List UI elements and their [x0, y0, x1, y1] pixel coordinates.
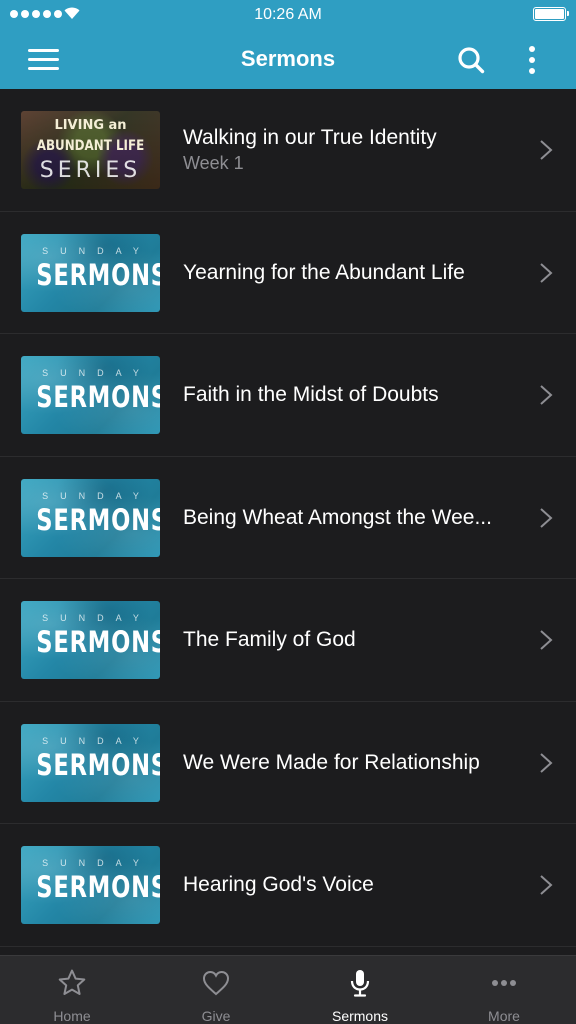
thumbnail-text: SERMONS	[36, 870, 160, 904]
sermon-list-item[interactable]: SUNDAY SERMONS Being Wheat Amongst the W…	[0, 457, 576, 579]
sunday-sermons-thumbnail: SUNDAY SERMONS	[21, 233, 160, 312]
sunday-sermons-thumbnail: SUNDAY SERMONS	[21, 601, 160, 679]
sermon-list: LIVING an ABUNDANT LIFE SERIES Walking i…	[0, 89, 576, 955]
sermon-list-item[interactable]: SUNDAY SERMONS The Family of God	[0, 579, 576, 702]
microphone-icon	[350, 970, 370, 997]
sermon-list-item[interactable]: SUNDAY SERMONS Faith in the Midst of Dou…	[0, 334, 576, 457]
sermon-title: Hearing God's Voice	[183, 873, 374, 896]
sermon-list-item[interactable]: SUNDAY SERMONS We Were Made for Relation…	[0, 702, 576, 824]
chevron-right-icon	[540, 140, 553, 160]
sermon-title: Yearning for the Abundant Life	[183, 260, 465, 284]
thumbnail-text: SUNDAY	[42, 613, 151, 623]
tab-sermons[interactable]: Sermons	[288, 956, 432, 1024]
tab-more[interactable]: More	[432, 956, 576, 1024]
sermon-title: Faith in the Midst of Doubts	[183, 383, 439, 406]
tab-label: Sermons	[331, 1008, 389, 1024]
thumbnail-text: LIVING an	[54, 118, 127, 133]
tab-label: More	[488, 1008, 520, 1024]
navigation-bar: Sermons	[0, 30, 576, 89]
thumbnail-text: ABUNDANT LIFE	[36, 138, 145, 154]
overflow-menu-button[interactable]	[520, 44, 544, 76]
sermon-subtitle: Week 1	[183, 153, 244, 173]
sunday-sermons-thumbnail: SUNDAY SERMONS	[21, 478, 160, 557]
thumbnail-text: SUNDAY	[42, 490, 151, 501]
star-icon	[58, 969, 86, 995]
thumbnail-text: SERMONS	[36, 502, 160, 537]
tab-bar: Home Give Sermons More	[0, 955, 576, 1024]
thumbnail-text: SUNDAY	[42, 368, 151, 378]
ellipsis-icon	[492, 980, 516, 986]
chevron-right-icon	[540, 752, 553, 773]
tab-label: Give	[201, 1008, 231, 1024]
sermon-list-item[interactable]: SUNDAY SERMONS	[0, 947, 576, 956]
chevron-right-icon	[540, 875, 553, 895]
page-title: Sermons	[240, 46, 336, 71]
thumbnail-text: SUNDAY	[42, 245, 151, 256]
thumbnail-text: SUNDAY	[42, 735, 151, 746]
series-thumbnail: LIVING an ABUNDANT LIFE SERIES	[21, 111, 160, 189]
status-bar: 10:26 AM	[0, 0, 576, 30]
sermon-list-item[interactable]: LIVING an ABUNDANT LIFE SERIES Walking i…	[0, 89, 576, 212]
thumbnail-text: SERMONS	[36, 380, 160, 414]
heart-icon	[202, 970, 230, 996]
sunday-sermons-thumbnail: SUNDAY SERMONS	[21, 723, 160, 802]
chevron-right-icon	[540, 630, 553, 650]
sermon-title: Being Wheat Amongst the Wee...	[183, 505, 492, 529]
sermon-title: Walking in our True Identity	[183, 126, 437, 149]
battery-icon	[533, 7, 569, 21]
status-time: 10:26 AM	[254, 6, 322, 23]
sermon-title: We Were Made for Relationship	[183, 750, 480, 774]
sermon-list-item[interactable]: SUNDAY SERMONS Hearing God's Voice	[0, 824, 576, 947]
sunday-sermons-thumbnail: SUNDAY SERMONS	[21, 846, 160, 924]
hamburger-menu-button[interactable]	[28, 46, 60, 72]
thumbnail-text: SERMONS	[36, 257, 160, 292]
sermon-title: The Family of God	[183, 628, 356, 651]
thumbnail-text: SERMONS	[36, 625, 160, 659]
chevron-right-icon	[540, 262, 553, 283]
tab-home[interactable]: Home	[0, 956, 144, 1024]
thumbnail-text: SERMONS	[36, 747, 160, 782]
tab-label: Home	[53, 1008, 91, 1024]
thumbnail-text: SUNDAY	[42, 858, 151, 868]
chevron-right-icon	[540, 385, 553, 405]
search-icon[interactable]	[456, 45, 486, 75]
tab-give[interactable]: Give	[144, 956, 288, 1024]
sunday-sermons-thumbnail: SUNDAY SERMONS	[21, 356, 160, 434]
thumbnail-text: SERIES	[39, 158, 142, 183]
sermon-list-item[interactable]: SUNDAY SERMONS Yearning for the Abundant…	[0, 212, 576, 334]
chevron-right-icon	[540, 507, 553, 528]
